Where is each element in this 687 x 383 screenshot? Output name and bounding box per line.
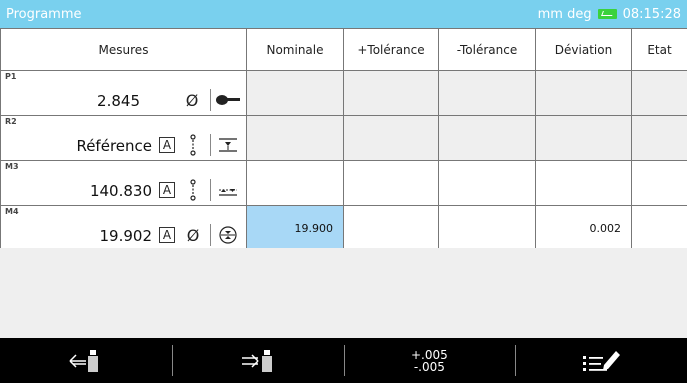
dotted-axis-icon bbox=[182, 179, 204, 201]
a-reference-icon: A bbox=[158, 224, 176, 246]
measurement-table: Mesures Nominale +Tolérance -Tolérance D… bbox=[0, 28, 687, 251]
status-area: mm deg 08:15:28 bbox=[538, 7, 681, 22]
measure-label: M4 bbox=[5, 207, 19, 216]
tolerance-display: +.005 -.005 bbox=[411, 349, 448, 373]
measure-label: P1 bbox=[5, 72, 17, 81]
battery-charged-icon bbox=[597, 9, 617, 19]
measure-cell[interactable]: R2 Référence A bbox=[0, 115, 247, 161]
header-minus-tolerance: -Tolérance bbox=[438, 28, 536, 71]
deviation-cell bbox=[535, 70, 632, 116]
nominal-cell[interactable]: 19.900 bbox=[246, 205, 344, 251]
measure-value: 140.830 bbox=[89, 182, 152, 200]
diameter-icon: Ø bbox=[186, 225, 200, 245]
table-row[interactable]: M4 19.902 A Ø 19.900 0.002 bbox=[0, 205, 687, 251]
header-nominale: Nominale bbox=[246, 28, 344, 71]
measure-cell[interactable]: M4 19.902 A Ø bbox=[0, 205, 247, 251]
state-cell bbox=[631, 160, 687, 206]
deviation-cell bbox=[535, 160, 632, 206]
table-header-row: Mesures Nominale +Tolérance -Tolérance D… bbox=[0, 28, 687, 71]
edit-list-button[interactable] bbox=[515, 338, 687, 383]
import-usb-button[interactable] bbox=[0, 338, 172, 383]
deviation-cell: 0.002 bbox=[535, 205, 632, 251]
edit-list-icon bbox=[583, 350, 621, 371]
export-usb-button[interactable] bbox=[171, 338, 344, 383]
diameter-icon: Ø bbox=[185, 90, 199, 110]
circle-probe-icon bbox=[210, 224, 244, 246]
minus-tolerance-cell[interactable] bbox=[438, 205, 536, 251]
plus-tolerance-cell[interactable] bbox=[343, 205, 439, 251]
state-cell bbox=[631, 70, 687, 116]
units-label: mm deg bbox=[537, 6, 592, 22]
header-deviation: Déviation bbox=[535, 28, 632, 71]
title-bar: Programme mm deg 08:15:28 bbox=[0, 0, 687, 28]
clock-label: 08:15:28 bbox=[622, 6, 681, 22]
header-plus-tolerance: +Tolérance bbox=[343, 28, 439, 71]
header-mesures: Mesures bbox=[0, 28, 247, 71]
a-reference-icon: A bbox=[158, 179, 176, 201]
export-usb-icon bbox=[241, 349, 272, 372]
plus-tolerance-cell[interactable] bbox=[343, 70, 439, 116]
minus-tolerance-cell[interactable] bbox=[438, 160, 536, 206]
nominal-cell[interactable] bbox=[246, 160, 344, 206]
plus-tolerance-cell[interactable] bbox=[343, 160, 439, 206]
dotted-axis-icon bbox=[182, 134, 204, 156]
header-etat: Etat bbox=[631, 28, 687, 71]
deviation-cell bbox=[535, 115, 632, 161]
measure-value: Référence bbox=[76, 137, 152, 155]
nominal-cell[interactable] bbox=[246, 70, 344, 116]
state-cell bbox=[631, 205, 687, 251]
measure-value: 19.902 bbox=[99, 227, 153, 245]
nominal-cell[interactable] bbox=[246, 115, 344, 161]
minus-tolerance-cell[interactable] bbox=[438, 115, 536, 161]
measure-label: M3 bbox=[5, 162, 19, 171]
import-usb-icon bbox=[69, 349, 98, 372]
table-row[interactable]: P1 2.845 Ø bbox=[0, 70, 687, 116]
measure-cell[interactable]: M3 140.830 A bbox=[0, 160, 247, 206]
minus-tolerance-cell[interactable] bbox=[438, 70, 536, 116]
measure-value: 2.845 bbox=[97, 92, 140, 110]
page-title: Programme bbox=[6, 6, 82, 22]
a-reference-icon: A bbox=[158, 134, 176, 156]
table-row[interactable]: R2 Référence A bbox=[0, 115, 687, 161]
table-row[interactable]: M3 140.830 A bbox=[0, 160, 687, 206]
distance-icon bbox=[210, 179, 244, 201]
plus-tolerance-cell[interactable] bbox=[343, 115, 439, 161]
measure-label: R2 bbox=[5, 117, 17, 126]
tolerance-minus: -.005 bbox=[413, 359, 445, 374]
measurement-grid: Mesures Nominale +Tolérance -Tolérance D… bbox=[0, 28, 687, 366]
state-cell bbox=[631, 115, 687, 161]
bottom-toolbar: +.005 -.005 bbox=[0, 338, 687, 383]
tolerance-button[interactable]: +.005 -.005 bbox=[343, 338, 516, 383]
horizontal-reference-icon bbox=[210, 134, 244, 156]
measure-cell[interactable]: P1 2.845 Ø bbox=[0, 70, 247, 116]
probe-icon bbox=[210, 89, 244, 111]
tolerance-plus: +.005 bbox=[410, 347, 448, 362]
